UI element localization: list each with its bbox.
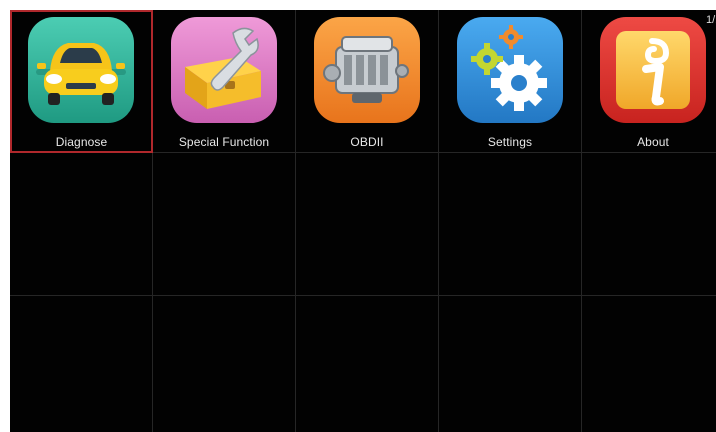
info-icon xyxy=(600,17,706,123)
gears-icon xyxy=(457,17,563,123)
empty-cell xyxy=(10,296,153,432)
menu-grid: Diagnose Special Function OBDII Settings… xyxy=(10,10,716,432)
menu-item-label: About xyxy=(637,135,669,149)
engine-icon xyxy=(314,17,420,123)
empty-cell xyxy=(439,296,582,432)
menu-item-label: Diagnose xyxy=(55,135,108,149)
menu-item-settings[interactable]: Settings xyxy=(439,10,582,153)
menu-item-obdii[interactable]: OBDII xyxy=(296,10,439,153)
menu-item-special-function[interactable]: Special Function xyxy=(153,10,296,153)
menu-item-label: Settings xyxy=(487,135,533,149)
empty-cell xyxy=(582,153,716,296)
app-screen: Diagnose Special Function OBDII Settings… xyxy=(10,10,716,432)
empty-cell xyxy=(153,153,296,296)
menu-item-label: OBDII xyxy=(350,135,384,149)
empty-cell xyxy=(296,153,439,296)
empty-cell xyxy=(153,296,296,432)
page-indicator: 1/1 xyxy=(706,14,716,26)
toolbox-wrench-icon xyxy=(171,17,277,123)
empty-cell xyxy=(439,153,582,296)
empty-cell xyxy=(10,153,153,296)
menu-item-about[interactable]: About xyxy=(582,10,716,153)
menu-item-label: Special Function xyxy=(178,135,270,149)
car-icon xyxy=(28,17,134,123)
empty-cell xyxy=(296,296,439,432)
empty-cell xyxy=(582,296,716,432)
menu-item-diagnose[interactable]: Diagnose xyxy=(10,10,153,153)
